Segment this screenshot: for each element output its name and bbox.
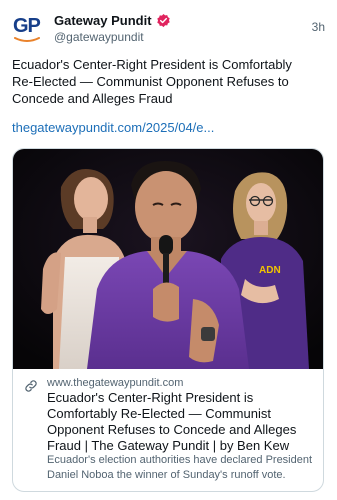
link-preview-meta[interactable]: www.thegatewaypundit.com Ecuador's Cente… — [13, 369, 323, 491]
link-preview-domain[interactable]: www.thegatewaypundit.com — [47, 377, 183, 389]
author-display-name[interactable]: Gateway Pundit — [54, 13, 152, 28]
author-info: Gateway Pundit @gatewaypundit — [54, 11, 171, 44]
logo-swoosh-icon — [14, 37, 40, 42]
link-preview-image[interactable]: ADN — [13, 149, 323, 369]
post-timestamp[interactable]: 3h — [312, 20, 325, 34]
link-icon — [25, 380, 37, 392]
post[interactable]: GP Gateway Pundit @gatewaypundit 3h Ecua… — [0, 0, 337, 500]
post-text: Ecuador's Center-Right President is Comf… — [12, 57, 292, 106]
verified-badge-icon — [156, 13, 170, 27]
author-handle[interactable]: @gatewaypundit — [54, 30, 171, 44]
link-preview-card[interactable]: ADN www.thegatewaypundit.com Ecuador's C… — [12, 148, 324, 492]
link-preview-title[interactable]: Ecuador's Center-Right President is Comf… — [47, 390, 317, 454]
post-header: GP Gateway Pundit @gatewaypundit 3h — [12, 10, 325, 46]
post-link[interactable]: thegatewaypundit.com/2025/04/e... — [12, 120, 214, 135]
gateway-pundit-logo-icon: GP — [12, 12, 44, 44]
avatar[interactable]: GP — [12, 12, 44, 44]
link-preview-description: Ecuador's election authorities have decl… — [47, 454, 313, 481]
shirt-logo: ADN — [259, 265, 281, 276]
avatar-initials: GP — [13, 15, 41, 37]
